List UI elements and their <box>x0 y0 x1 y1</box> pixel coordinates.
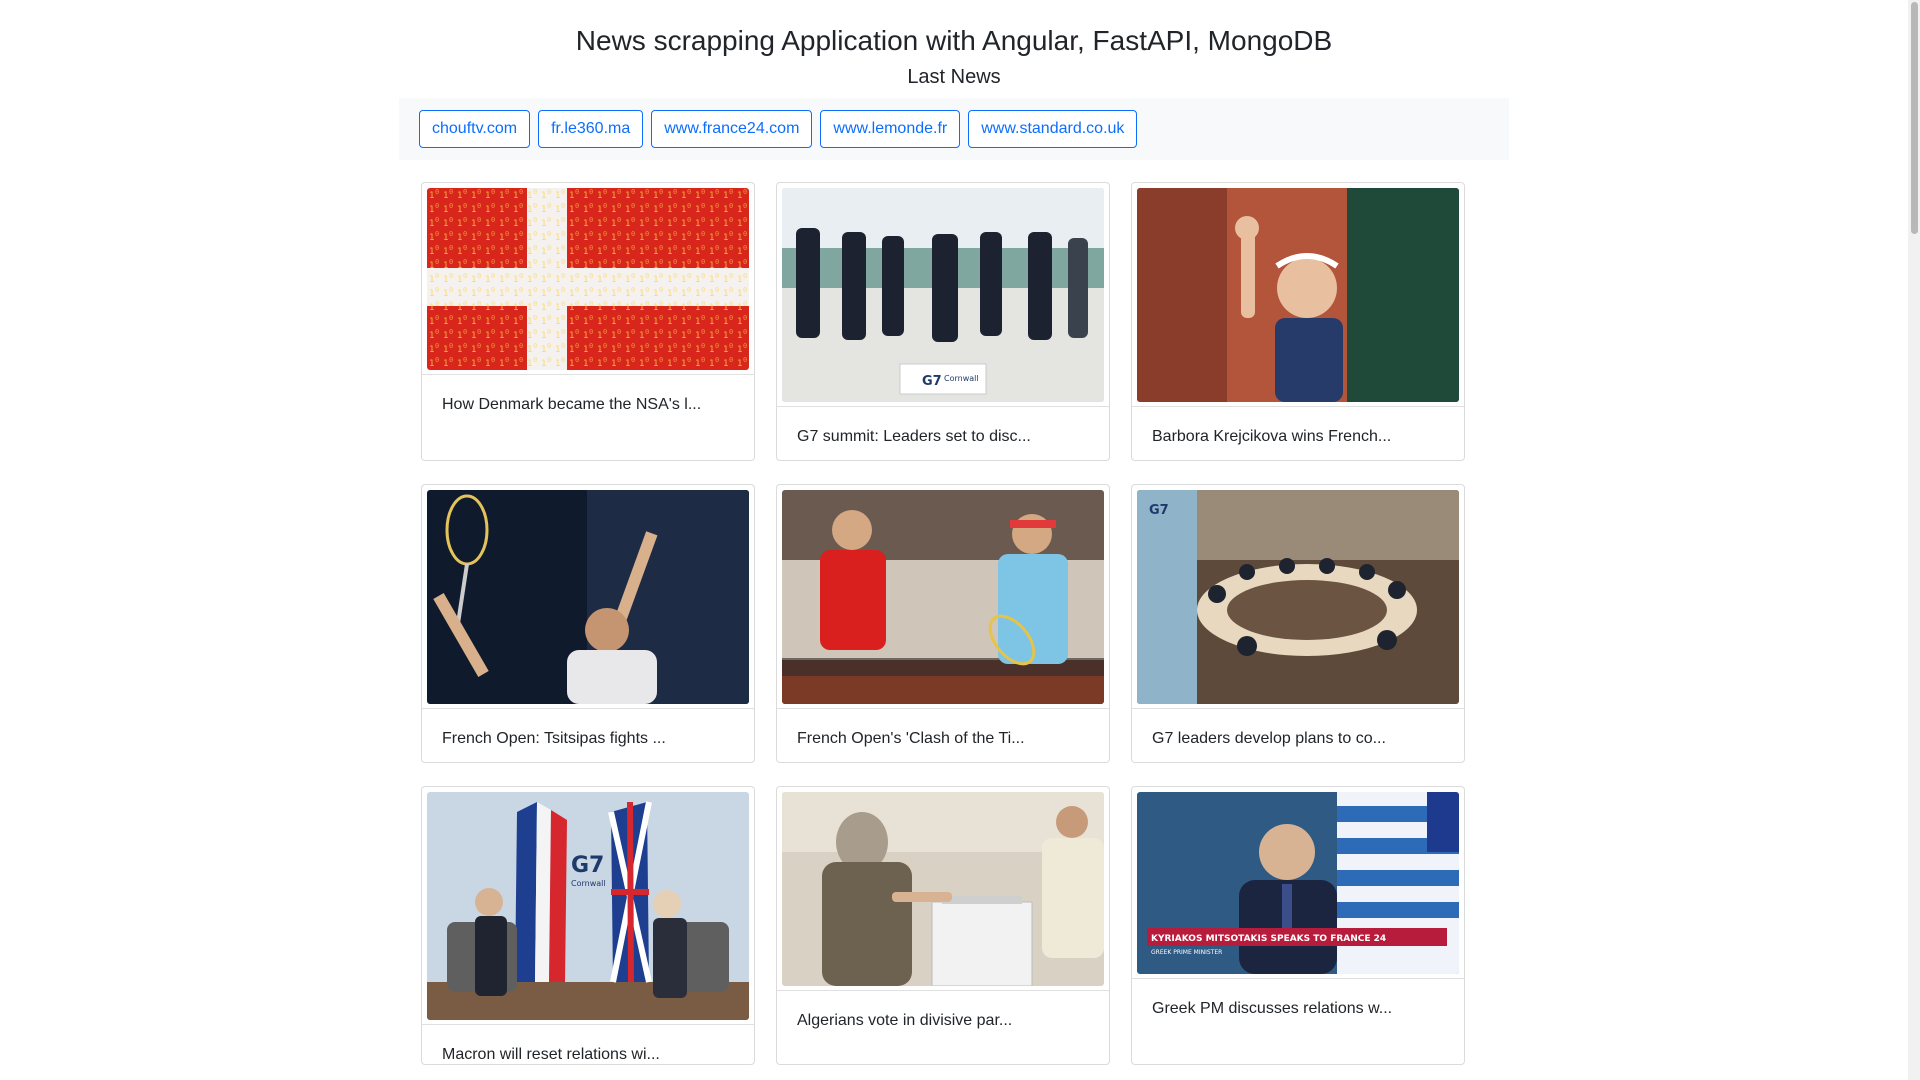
article-headline[interactable]: G7 leaders develop plans to co... <box>1152 729 1386 749</box>
news-grid: 1 0 How Denmark became the NSA's l... <box>421 182 1465 1065</box>
article-headline[interactable]: French Open's 'Clash of the Ti... <box>797 729 1025 749</box>
source-button-chouftv[interactable]: chouftv.com <box>419 110 531 148</box>
article-headline[interactable]: Algerians vote in divisive par... <box>797 1011 1012 1031</box>
krejcikova-celebration-photo <box>1137 188 1459 402</box>
news-card[interactable]: G7 Cornwall G7 summit: Leaders set to di… <box>776 182 1110 461</box>
scrollbar-thumb[interactable] <box>1911 2 1918 234</box>
news-card[interactable]: G7 G7 leaders develop plans to co... <box>1131 484 1465 763</box>
source-button-lemonde[interactable]: www.lemonde.fr <box>820 110 961 148</box>
news-card[interactable]: Algerians vote in divisive par... <box>776 786 1110 1065</box>
g7-sign-text: G7 <box>571 853 604 878</box>
page-title: News scrapping Application with Angular,… <box>575 25 1333 56</box>
g7-sign-text: G7 <box>1149 503 1169 518</box>
article-image[interactable] <box>1137 188 1459 402</box>
macron-johnson-photo: G7 Cornwall <box>427 792 749 1020</box>
card-divider <box>422 1024 754 1025</box>
article-headline[interactable]: Macron will reset relations wi... <box>442 1045 660 1064</box>
news-card[interactable]: 1 0 How Denmark became the NSA's l... <box>421 182 755 461</box>
article-image[interactable] <box>427 490 749 704</box>
g7-leaders-photo: G7 Cornwall <box>782 188 1104 402</box>
sources-bar: chouftv.com fr.le360.ma www.france24.com… <box>399 98 1509 160</box>
card-divider <box>1132 978 1464 979</box>
page: News scrapping Application with Angular,… <box>0 0 1920 1080</box>
tv-caption: KYRIAKOS MITSOTAKIS SPEAKS TO FRANCE 24 <box>1151 934 1386 944</box>
article-image[interactable]: 1 0 <box>427 188 749 370</box>
sources-list: chouftv.com fr.le360.ma www.france24.com… <box>419 110 1138 148</box>
source-button-standard[interactable]: www.standard.co.uk <box>968 110 1138 148</box>
card-divider <box>777 406 1109 407</box>
page-subtitle: Last News <box>907 66 1001 88</box>
news-card[interactable]: G7 Cornwall Macron will reset relations … <box>421 786 755 1065</box>
article-headline[interactable]: How Denmark became the NSA's l... <box>442 395 701 415</box>
g7-sign-subtext: Cornwall <box>571 879 606 888</box>
article-headline[interactable]: Barbora Krejcikova wins French... <box>1152 427 1391 447</box>
article-image[interactable]: G7 Cornwall <box>427 792 749 1020</box>
news-card[interactable]: KYRIAKOS MITSOTAKIS SPEAKS TO FRANCE 24 … <box>1131 786 1465 1065</box>
news-card[interactable]: Barbora Krejcikova wins French... <box>1131 182 1465 461</box>
card-divider <box>1132 708 1464 709</box>
tv-subcaption: GREEK PRIME MINISTER <box>1151 949 1222 956</box>
news-card[interactable]: French Open: Tsitsipas fights ... <box>421 484 755 763</box>
card-divider <box>422 374 754 375</box>
news-card[interactable]: French Open's 'Clash of the Ti... <box>776 484 1110 763</box>
source-button-france24[interactable]: www.france24.com <box>651 110 813 148</box>
article-headline[interactable]: G7 summit: Leaders set to disc... <box>797 427 1031 447</box>
vertical-scrollbar[interactable] <box>1908 0 1920 1080</box>
algeria-vote-photo <box>782 792 1104 986</box>
card-divider <box>1132 406 1464 407</box>
g7-sign-subtext: Cornwall <box>944 374 979 383</box>
article-image[interactable]: G7 <box>1137 490 1459 704</box>
mitsotakis-interview-photo: KYRIAKOS MITSOTAKIS SPEAKS TO FRANCE 24 … <box>1137 792 1459 974</box>
article-image[interactable]: G7 Cornwall <box>782 188 1104 402</box>
source-button-le360[interactable]: fr.le360.ma <box>538 110 644 148</box>
g7-sign-text: G7 <box>922 374 942 389</box>
djokovic-nadal-photo <box>782 490 1104 704</box>
article-image[interactable]: KYRIAKOS MITSOTAKIS SPEAKS TO FRANCE 24 … <box>1137 792 1459 974</box>
article-image[interactable] <box>782 490 1104 704</box>
danish-flag-binary-image: 1 0 <box>427 188 749 370</box>
card-divider <box>777 708 1109 709</box>
g7-round-table-photo: G7 <box>1137 490 1459 704</box>
card-divider <box>422 708 754 709</box>
article-headline[interactable]: French Open: Tsitsipas fights ... <box>442 729 666 749</box>
article-headline[interactable]: Greek PM discusses relations w... <box>1152 999 1392 1019</box>
article-image[interactable] <box>782 792 1104 986</box>
card-divider <box>777 990 1109 991</box>
tsitsipas-celebration-photo <box>427 490 749 704</box>
